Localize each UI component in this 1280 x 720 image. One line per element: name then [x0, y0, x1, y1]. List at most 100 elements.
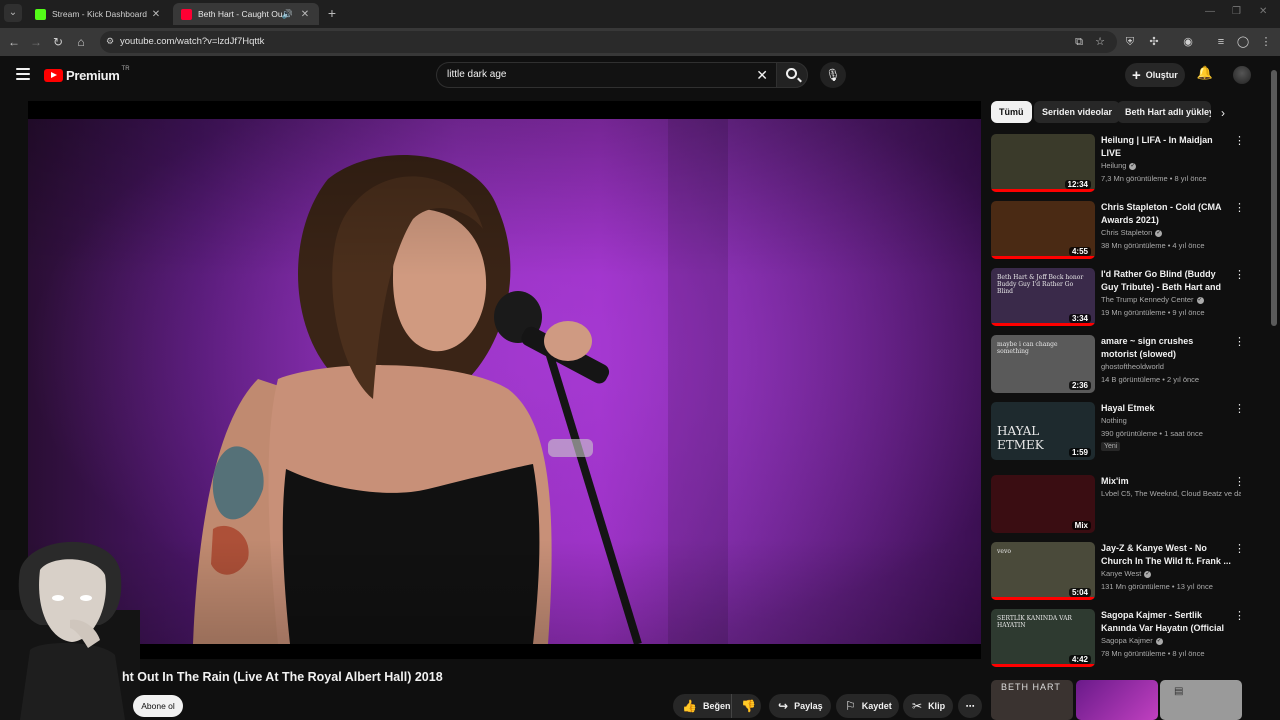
- cast-icon[interactable]: ⧉: [1071, 34, 1087, 50]
- browser-tab-youtube[interactable]: Beth Hart - Caught Out In 🔊 ✕: [173, 3, 319, 25]
- chevron-right-icon[interactable]: ›: [1221, 106, 1225, 120]
- recommendation-item[interactable]: 12:34 Heilung | LIFA - In Maidjan LIVE Hei…: [991, 134, 1251, 196]
- recommendation-title[interactable]: Heilung | LIFA - In Maidjan LIVE: [1101, 134, 1231, 160]
- chip-series[interactable]: Seriden videolar: [1034, 101, 1121, 123]
- recommendation-item[interactable]: SERTLİK KANINDA VAR HAYATIN 4:42 Sagopa Ka…: [991, 609, 1251, 671]
- youtube-premium-logo[interactable]: Premium TR: [44, 66, 130, 83]
- bookmark-star-icon[interactable]: ☆: [1092, 34, 1108, 50]
- bottom-thumbnail[interactable]: [1076, 680, 1158, 720]
- browser-tab-kick[interactable]: Stream - Kick Dashboard ✕: [27, 3, 170, 25]
- thumbs-up-icon: 👍: [682, 699, 697, 713]
- bottom-thumbnail[interactable]: BETH HART: [991, 680, 1073, 720]
- close-tab-icon[interactable]: ✕: [299, 9, 311, 20]
- recommendation-item[interactable]: HAYAL ETMEK 1:59 Hayal Etmek Nothing 390 gör…: [991, 402, 1251, 464]
- bottom-thumbnail[interactable]: ▤: [1160, 680, 1242, 720]
- media-control-icon[interactable]: ≡: [1213, 34, 1229, 50]
- video-thumbnail[interactable]: vevo 5:04: [991, 542, 1095, 600]
- video-thumbnail[interactable]: 12:34: [991, 134, 1095, 192]
- save-button[interactable]: ⚐ Kaydet: [836, 694, 899, 718]
- audio-playing-icon[interactable]: 🔊: [282, 9, 293, 20]
- reload-icon[interactable]: ↻: [50, 34, 66, 50]
- close-tab-icon[interactable]: ✕: [150, 9, 162, 20]
- recommendation-title[interactable]: Jay-Z & Kanye West - No Church In The Wi…: [1101, 542, 1231, 568]
- video-thumbnail[interactable]: HAYAL ETMEK 1:59: [991, 402, 1095, 460]
- tab-search-icon[interactable]: ⌄: [4, 4, 22, 22]
- recommendation-title[interactable]: Sagopa Kajmer - Sertlik Kanında Var Haya…: [1101, 609, 1231, 635]
- duration-badge: Mix: [1071, 521, 1091, 530]
- view-meta: 131 Mn görüntüleme • 13 yıl önce: [1101, 582, 1213, 591]
- channel-name[interactable]: Kanye West ✓: [1101, 569, 1241, 578]
- watch-progress-bar: [991, 256, 1095, 259]
- video-thumbnail[interactable]: 4:55: [991, 201, 1095, 259]
- new-tab-icon[interactable]: +: [324, 5, 340, 21]
- recommendation-item[interactable]: 4:55 Chris Stapleton - Cold (CMA Awards 2…: [991, 201, 1251, 263]
- verified-check-icon: ✓: [1129, 162, 1137, 170]
- recommendation-title[interactable]: Mix'im: [1101, 475, 1231, 488]
- more-options-icon[interactable]: ⋮: [1234, 402, 1245, 415]
- maximize-icon[interactable]: ❐: [1232, 6, 1241, 17]
- menu-icon[interactable]: [16, 68, 30, 80]
- address-bar[interactable]: ⚙ youtube.com/watch?v=lzdJf7Hqttk: [100, 31, 1117, 53]
- channel-name[interactable]: Lvbel C5, The Weeknd, Cloud Beatz ve da.…: [1101, 489, 1241, 498]
- recommendation-title[interactable]: amare ~ sign crushes motorist (slowed): [1101, 335, 1231, 361]
- like-button[interactable]: 👍 Beğen: [673, 694, 731, 718]
- recommendation-item[interactable]: maybe i can change something 2:36 amare ~ …: [991, 335, 1251, 397]
- browser-menu-icon[interactable]: ⋮: [1258, 34, 1274, 50]
- more-options-icon[interactable]: ⋮: [1234, 542, 1245, 555]
- extensions-icon[interactable]: ✣: [1146, 34, 1162, 50]
- more-options-icon[interactable]: ⋮: [1234, 475, 1245, 488]
- channel-name[interactable]: Sagopa Kajmer ✓: [1101, 636, 1241, 645]
- more-options-icon[interactable]: ⋮: [1234, 134, 1245, 147]
- back-icon[interactable]: ←: [6, 34, 22, 50]
- recommendation-item[interactable]: Mix Mix'im Lvbel C5, The Weeknd, Cloud Bea…: [991, 475, 1251, 537]
- scrollbar-thumb[interactable]: [1271, 70, 1277, 326]
- video-thumbnail[interactable]: Beth Hart & Jeff Beck honor Buddy Guy I'…: [991, 268, 1095, 326]
- clip-button[interactable]: ✂ Klip: [903, 694, 953, 718]
- channel-name[interactable]: The Trump Kennedy Center ✓: [1101, 295, 1241, 304]
- more-actions-button[interactable]: ⋯: [958, 694, 982, 718]
- voice-search-mic-icon[interactable]: 🎙: [820, 62, 846, 88]
- channel-name[interactable]: Nothing: [1101, 416, 1241, 425]
- shield-extension-icon[interactable]: ⛨: [1122, 34, 1138, 50]
- verified-check-icon: ✓: [1196, 296, 1204, 304]
- channel-name[interactable]: ghostoftheoldworld: [1101, 362, 1241, 371]
- incognito-icon[interactable]: ◉: [1180, 34, 1196, 50]
- recommendation-title[interactable]: I'd Rather Go Blind (Buddy Guy Tribute) …: [1101, 268, 1231, 294]
- more-options-icon[interactable]: ⋮: [1234, 201, 1245, 214]
- video-thumbnail[interactable]: Mix: [991, 475, 1095, 533]
- channel-name[interactable]: Chris Stapleton ✓: [1101, 228, 1241, 237]
- recommendation-item[interactable]: vevo 5:04 Jay-Z & Kanye West - No Church I…: [991, 542, 1251, 604]
- close-window-icon[interactable]: ✕: [1259, 6, 1267, 17]
- channel-name[interactable]: Heilung ✓: [1101, 161, 1241, 170]
- video-thumbnail[interactable]: SERTLİK KANINDA VAR HAYATIN 4:42: [991, 609, 1095, 667]
- recommendation-item[interactable]: Beth Hart & Jeff Beck honor Buddy Guy I'…: [991, 268, 1251, 330]
- subscribe-button[interactable]: Abone ol: [133, 695, 183, 717]
- video-player[interactable]: [28, 101, 981, 659]
- thumbnail-text: BETH HART: [1001, 682, 1061, 692]
- chip-uploader[interactable]: Beth Hart adlı yükleyi: [1117, 101, 1211, 123]
- minimize-icon[interactable]: —: [1205, 6, 1215, 17]
- forward-icon[interactable]: →: [28, 34, 44, 50]
- more-options-icon[interactable]: ⋮: [1234, 268, 1245, 281]
- account-avatar[interactable]: [1233, 66, 1251, 84]
- video-frame[interactable]: [28, 119, 981, 644]
- chip-all[interactable]: Tümü: [991, 101, 1032, 123]
- more-options-icon[interactable]: ⋮: [1234, 609, 1245, 622]
- home-icon[interactable]: ⌂: [73, 34, 89, 50]
- dislike-button[interactable]: 👎: [731, 694, 761, 718]
- profile-icon[interactable]: ◯: [1235, 34, 1251, 50]
- page-scrollbar[interactable]: [1271, 60, 1277, 720]
- search-input[interactable]: little dark age ✕: [436, 62, 776, 88]
- duration-badge: 2:36: [1068, 381, 1091, 390]
- create-button[interactable]: + Oluştur: [1125, 63, 1185, 87]
- share-button[interactable]: ↪ Paylaş: [769, 694, 831, 718]
- recommendation-title[interactable]: Chris Stapleton - Cold (CMA Awards 2021): [1101, 201, 1231, 227]
- notifications-bell-icon[interactable]: 🔔: [1196, 65, 1214, 85]
- more-options-icon[interactable]: ⋮: [1234, 335, 1245, 348]
- clear-search-icon[interactable]: ✕: [756, 67, 768, 84]
- site-info-icon[interactable]: ⚙: [106, 36, 114, 47]
- search-button[interactable]: [776, 62, 808, 88]
- recommendation-title[interactable]: Hayal Etmek: [1101, 402, 1231, 415]
- channel-name-text: Chris Stapleton: [1101, 228, 1153, 237]
- video-thumbnail[interactable]: maybe i can change something 2:36: [991, 335, 1095, 393]
